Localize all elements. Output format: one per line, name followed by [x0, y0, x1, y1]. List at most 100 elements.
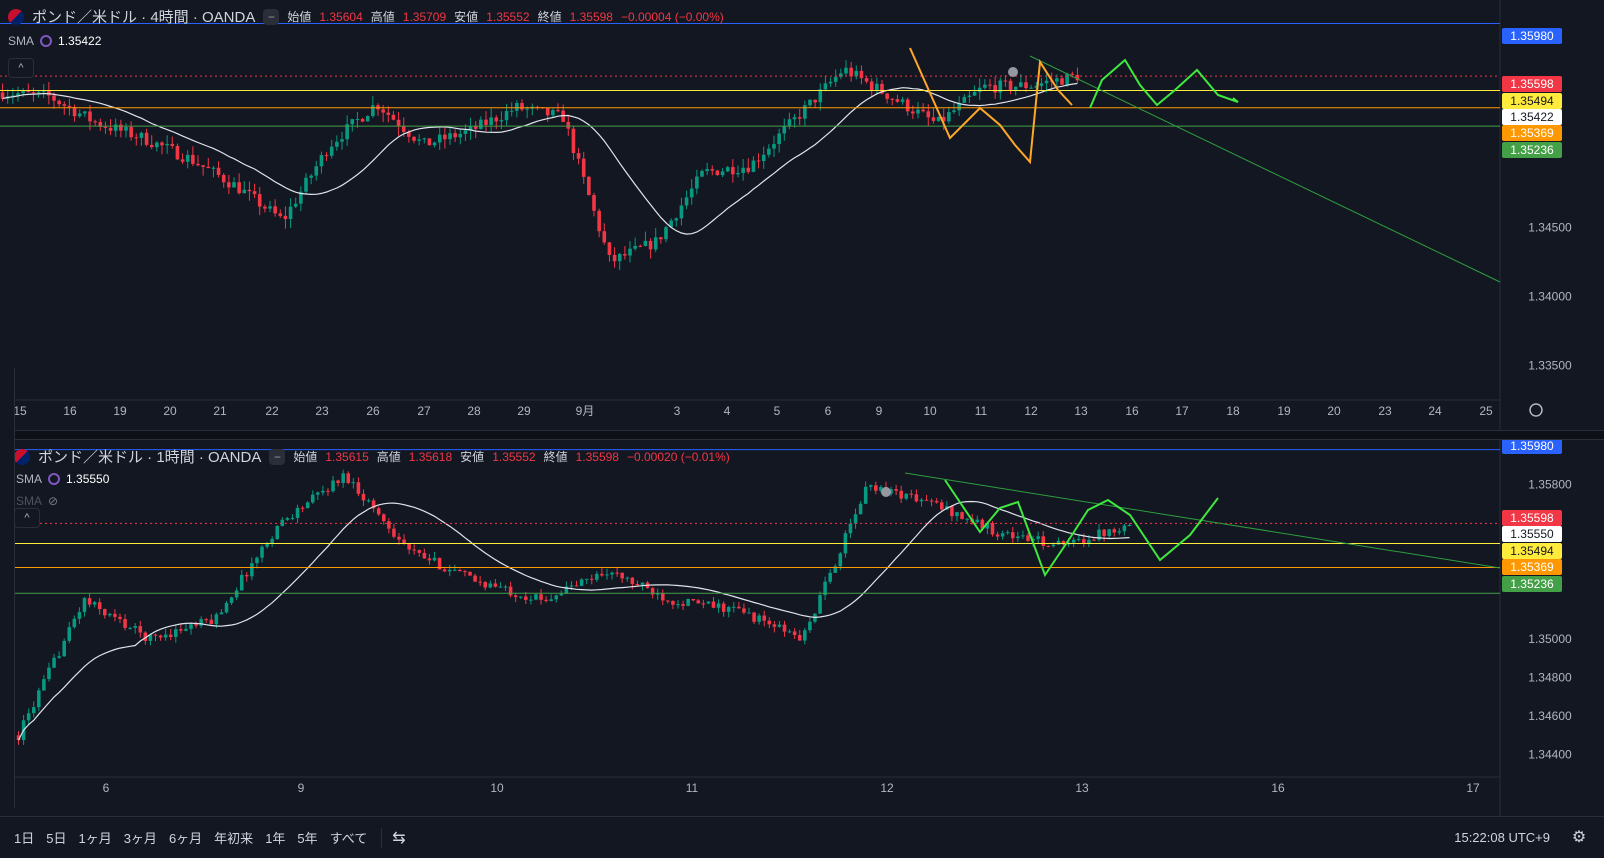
candle-body [737, 606, 741, 609]
candle-body [818, 595, 822, 614]
candle-body [595, 573, 599, 580]
range-5d[interactable]: 5日 [46, 828, 66, 847]
go-to-date-icon[interactable]: ⇆ [392, 828, 405, 848]
candle-body [92, 602, 97, 605]
candle-body [458, 133, 463, 138]
x-tick-label: 18 [1226, 404, 1240, 418]
candle-body [263, 206, 267, 209]
candle-body [716, 603, 721, 608]
range-6m[interactable]: 6ヶ月 [169, 828, 202, 847]
range-1d[interactable]: 1日 [14, 828, 34, 847]
candle-body [351, 482, 356, 484]
price-chart-4h[interactable]: 1.34500 1.34000 1.33500 1.35980 1.35598 1.354… [0, 0, 1604, 430]
x-tick-label: 20 [163, 404, 177, 418]
collapse-chevron-icon[interactable]: ^ [8, 58, 34, 78]
candle-body [844, 67, 848, 74]
candle-body [615, 572, 619, 574]
candle-body [617, 254, 622, 262]
candle-body [1127, 524, 1132, 526]
candle-body [144, 132, 149, 145]
eye-off-icon[interactable]: ⊘ [48, 494, 58, 508]
indicator-icon [48, 473, 61, 485]
candle-body [691, 598, 695, 601]
candle-body [417, 139, 421, 141]
candle-body [321, 490, 325, 493]
candle-body [397, 536, 401, 540]
x-tick-label: 27 [417, 404, 431, 418]
settings-icon[interactable]: ⚙ [1568, 827, 1590, 849]
minus-icon[interactable]: − [263, 8, 280, 25]
candle-body [185, 154, 190, 162]
candle-body [1076, 539, 1081, 541]
x-tick-label: 6 [103, 781, 110, 795]
candle-body [214, 614, 219, 625]
sma-legend[interactable]: SMA 1.35422 [8, 34, 101, 48]
chart-pane-4h[interactable]: 1.34500 1.34000 1.33500 1.35980 1.35598 1.354… [0, 0, 1604, 430]
candle-body [894, 489, 898, 491]
price-chart-1h[interactable]: 1.35800 1.35000 1.34800 1.34600 1.34400 1.359… [0, 440, 1604, 816]
indicator-icon [40, 35, 53, 47]
close-label: 終値 [543, 450, 568, 464]
x-tick-label: 10 [923, 404, 937, 418]
candle-body [283, 215, 288, 220]
candle-body [549, 599, 553, 601]
candle-body [163, 634, 168, 638]
candle-body [77, 113, 82, 117]
candle-body [273, 206, 277, 214]
candle-body [355, 119, 360, 121]
sma-legend[interactable]: SMA 1.35550 [16, 472, 109, 486]
candle-body [463, 571, 467, 573]
y-tick-label: 1.35800 [1528, 477, 1572, 491]
candle-body [767, 620, 772, 625]
candle-body [295, 507, 300, 518]
candle-body [950, 506, 954, 517]
candle-body [184, 628, 188, 631]
candle-body [453, 569, 457, 571]
x-tick-label: 23 [315, 404, 329, 418]
candle-body [422, 552, 427, 559]
range-1y[interactable]: 1年 [265, 828, 285, 847]
candle-body [442, 569, 447, 572]
y-tick-label: 1.34500 [1528, 221, 1572, 235]
candle-body [1070, 73, 1075, 75]
candle-body [643, 240, 648, 246]
candle-body [854, 70, 859, 77]
candle-body [787, 631, 792, 633]
candle-body [990, 523, 995, 535]
candle-body [711, 601, 716, 608]
candle-body [574, 585, 579, 587]
candle-body [201, 165, 205, 167]
clock[interactable]: 15:22:08 UTC+9 [1454, 830, 1550, 845]
left-drawing-toolbar[interactable] [0, 368, 15, 808]
range-1m[interactable]: 1ヶ月 [78, 828, 111, 847]
candle-body [508, 586, 513, 596]
candle-body [556, 110, 560, 112]
candle-body [1005, 532, 1010, 534]
x-tick-label: 17 [1466, 781, 1480, 795]
event-marker-icon [1008, 67, 1018, 77]
minus-icon[interactable]: − [269, 448, 286, 465]
candle-body [62, 104, 67, 106]
sma-legend-hidden[interactable]: SMA ⊘ [16, 494, 58, 508]
candle-body [664, 227, 668, 240]
candle-body [365, 116, 370, 122]
range-5y[interactable]: 5年 [297, 828, 317, 847]
pane-divider[interactable] [0, 430, 1604, 440]
candle-body [133, 626, 137, 628]
symbol-title[interactable]: ポンド／米ドル · 1時間 · OANDA [38, 446, 261, 467]
candle-body [227, 182, 231, 188]
candle-body [300, 507, 305, 509]
candle-body [209, 619, 214, 625]
range-ytd[interactable]: 年初来 [214, 828, 253, 847]
range-3m[interactable]: 3ヶ月 [124, 828, 157, 847]
collapse-chevron-icon[interactable]: ^ [14, 508, 40, 528]
candle-body [83, 111, 87, 114]
symbol-title[interactable]: ポンド／米ドル · 4時間 · OANDA [32, 6, 255, 27]
candle-body [199, 619, 203, 626]
candle-body [610, 572, 614, 575]
chart-pane-1h[interactable]: 1.35800 1.35000 1.34800 1.34600 1.34400 1.359… [0, 440, 1604, 816]
range-all[interactable]: すべて [330, 828, 368, 847]
candle-body [278, 213, 283, 216]
candle-body [929, 500, 934, 502]
candle-body [219, 612, 224, 615]
